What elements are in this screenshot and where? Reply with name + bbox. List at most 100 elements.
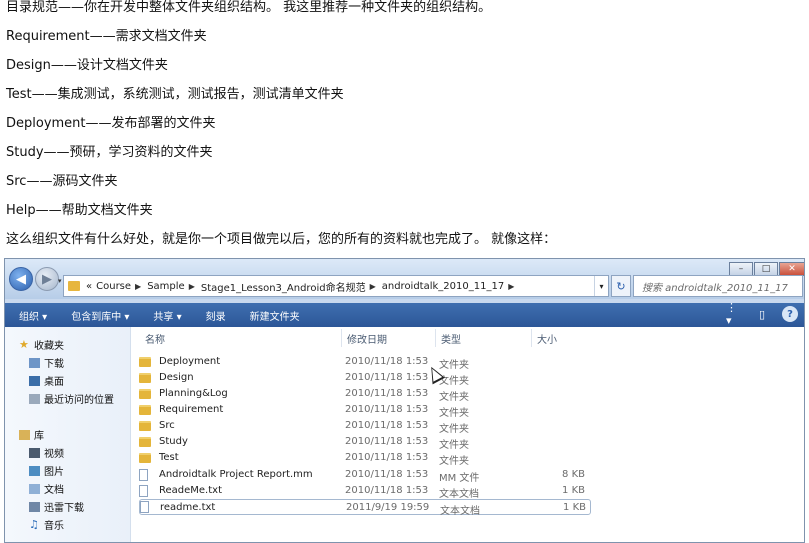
pictures-icon: [29, 465, 40, 476]
intro-paragraph: 目录规范——你在开发中整体文件夹组织结构。 我这里推荐一种文件夹的组织结构。: [6, 0, 492, 15]
text-file-icon: [140, 501, 149, 513]
file-name: Test: [159, 452, 179, 463]
breadcrumb-androidtalk[interactable]: androidtalk_2010_11_17: [382, 281, 504, 292]
file-name: Planning&Log: [159, 388, 228, 399]
column-header-type[interactable]: 类型: [441, 331, 461, 346]
file-name: ReadeMe.txt: [159, 485, 222, 496]
file-type: 文本文档: [440, 506, 480, 517]
downloads-icon: [29, 357, 40, 368]
file-date: 2010/11/18 1:53: [345, 436, 429, 447]
file-list: 名称 修改日期 类型 大小 Deployment 2010/11/18 1:53…: [131, 327, 804, 542]
sidebar-item-libraries[interactable]: 库: [19, 427, 44, 442]
folder-icon: [139, 373, 151, 383]
recent-places-icon: [29, 393, 40, 404]
chevron-right-icon[interactable]: ▶: [135, 282, 141, 291]
file-row[interactable]: Deployment 2010/11/18 1:53 文件夹: [139, 354, 591, 371]
test-line: Test——集成测试，系统测试，测试报告，测试清单文件夹: [6, 87, 344, 102]
help-icon[interactable]: ?: [782, 306, 798, 322]
file-row[interactable]: Androidtalk Project Report.mm 2010/11/18…: [139, 467, 591, 484]
file-type: 文件夹: [439, 440, 469, 451]
breadcrumb-course[interactable]: Course: [96, 281, 131, 292]
sidebar-item-videos[interactable]: 视频: [29, 445, 64, 460]
file-name: Src: [159, 420, 175, 431]
file-type: 文件夹: [439, 424, 469, 435]
chevron-right-icon[interactable]: ▶: [189, 282, 195, 291]
sidebar-item-recent-places[interactable]: 最近访问的位置: [29, 391, 114, 406]
design-line: Design——设计文档文件夹: [6, 58, 168, 73]
refresh-icon[interactable]: ↻: [611, 275, 631, 297]
documents-icon: [29, 483, 40, 494]
sidebar-item-downloads[interactable]: 下载: [29, 355, 64, 370]
view-options-icon[interactable]: ⋮ ▾: [726, 301, 742, 327]
forward-button[interactable]: ▶: [35, 267, 59, 291]
burn-button[interactable]: 刻录: [206, 308, 226, 323]
file-row[interactable]: Planning&Log 2010/11/18 1:53 文件夹: [139, 386, 591, 403]
organize-button[interactable]: 组织 ▾: [19, 308, 47, 323]
file-type: 文件夹: [439, 456, 469, 467]
sidebar-item-documents[interactable]: 文档: [29, 481, 64, 496]
column-divider[interactable]: [435, 329, 436, 347]
breadcrumb-sample[interactable]: Sample: [147, 281, 185, 292]
close-button[interactable]: ✕: [779, 262, 804, 276]
file-type: 文件夹: [439, 392, 469, 403]
minimize-button[interactable]: –: [729, 262, 753, 276]
content-area: ★ 收藏夹 下载 桌面 最近访问的位置 库 视频 图片 文档 迅雷下载 ♫ 音乐…: [5, 327, 804, 542]
new-folder-button[interactable]: 新建文件夹: [250, 308, 300, 323]
file-date: 2010/11/18 1:53: [345, 469, 429, 480]
file-row[interactable]: Src 2010/11/18 1:53 文件夹: [139, 418, 591, 435]
mindmap-file-icon: [139, 469, 148, 481]
file-row[interactable]: readme.txt 2011/9/19 19:59 文本文档 1 KB: [139, 499, 591, 517]
column-header-size[interactable]: 大小: [537, 331, 557, 346]
column-divider[interactable]: [341, 329, 342, 347]
folder-icon: [139, 421, 151, 431]
summary-paragraph: 这么组织文件有什么好处，就是你一个项目做完以后，您的所有的资料就也完成了。 就像…: [6, 232, 557, 247]
sidebar-item-music[interactable]: ♫ 音乐: [29, 517, 64, 533]
desktop-icon: [29, 375, 40, 386]
folder-icon: [68, 281, 80, 291]
thunder-downloads-icon: [29, 501, 40, 512]
folder-icon: [139, 405, 151, 415]
requirement-line: Requirement——需求文档文件夹: [6, 29, 207, 44]
chevron-right-icon[interactable]: ▶: [508, 282, 514, 291]
file-row[interactable]: ReadeMe.txt 2010/11/18 1:53 文本文档 1 KB: [139, 483, 591, 500]
maximize-button[interactable]: □: [754, 262, 778, 276]
column-header-date[interactable]: 修改日期: [347, 331, 387, 346]
command-bar: 组织 ▾ 包含到库中 ▾ 共享 ▾ 刻录 新建文件夹 ⋮ ▾ ▯ ?: [5, 301, 804, 327]
file-size: 1 KB: [562, 485, 585, 496]
folder-icon: [139, 453, 151, 463]
chevron-right-icon[interactable]: ▶: [370, 282, 376, 291]
address-dropdown-chevron-down-icon[interactable]: ▾: [594, 276, 608, 296]
sidebar-item-desktop[interactable]: 桌面: [29, 373, 64, 388]
star-icon: ★: [19, 337, 29, 351]
address-bar[interactable]: « Course ▶ Sample ▶ Stage1_Lesson3_Andro…: [63, 275, 609, 297]
include-in-library-button[interactable]: 包含到库中 ▾: [71, 308, 129, 323]
file-name: Study: [159, 436, 188, 447]
file-row[interactable]: Design 2010/11/18 1:53 文件夹: [139, 370, 591, 387]
file-date: 2011/9/19 19:59: [346, 502, 430, 513]
file-size: 1 KB: [563, 502, 586, 513]
recent-pages-chevron-icon[interactable]: ▾: [58, 277, 62, 285]
file-date: 2010/11/18 1:53: [345, 356, 429, 367]
back-button[interactable]: ◀: [9, 267, 33, 291]
preview-pane-icon[interactable]: ▯: [754, 306, 770, 322]
folder-icon: [139, 437, 151, 447]
breadcrumb-stage1-lesson3[interactable]: Stage1_Lesson3_Android命名规范: [201, 279, 366, 294]
navigation-pane: ★ 收藏夹 下载 桌面 最近访问的位置 库 视频 图片 文档 迅雷下载 ♫ 音乐: [5, 327, 131, 542]
help-line: Help——帮助文档文件夹: [6, 203, 153, 218]
deployment-line: Deployment——发布部署的文件夹: [6, 116, 216, 131]
title-bar: ◀ ▶ ▾ – □ ✕ « Course ▶ Sample ▶ Stage1_L…: [5, 259, 804, 299]
column-header-name[interactable]: 名称: [145, 331, 165, 346]
sidebar-item-favorites[interactable]: ★ 收藏夹: [19, 337, 64, 353]
file-row[interactable]: Study 2010/11/18 1:53 文件夹: [139, 434, 591, 451]
sidebar-item-pictures[interactable]: 图片: [29, 463, 64, 478]
file-row[interactable]: Test 2010/11/18 1:53 文件夹: [139, 450, 591, 467]
search-input[interactable]: 搜索 androidtalk_2010_11_17: [633, 275, 803, 297]
column-divider[interactable]: [531, 329, 532, 347]
file-name: Design: [159, 372, 194, 383]
address-overflow[interactable]: «: [86, 281, 92, 292]
file-date: 2010/11/18 1:53: [345, 485, 429, 496]
share-button[interactable]: 共享 ▾: [153, 308, 181, 323]
video-icon: [29, 447, 40, 458]
file-row[interactable]: Requirement 2010/11/18 1:53 文件夹: [139, 402, 591, 419]
sidebar-item-thunder-downloads[interactable]: 迅雷下载: [29, 499, 84, 514]
